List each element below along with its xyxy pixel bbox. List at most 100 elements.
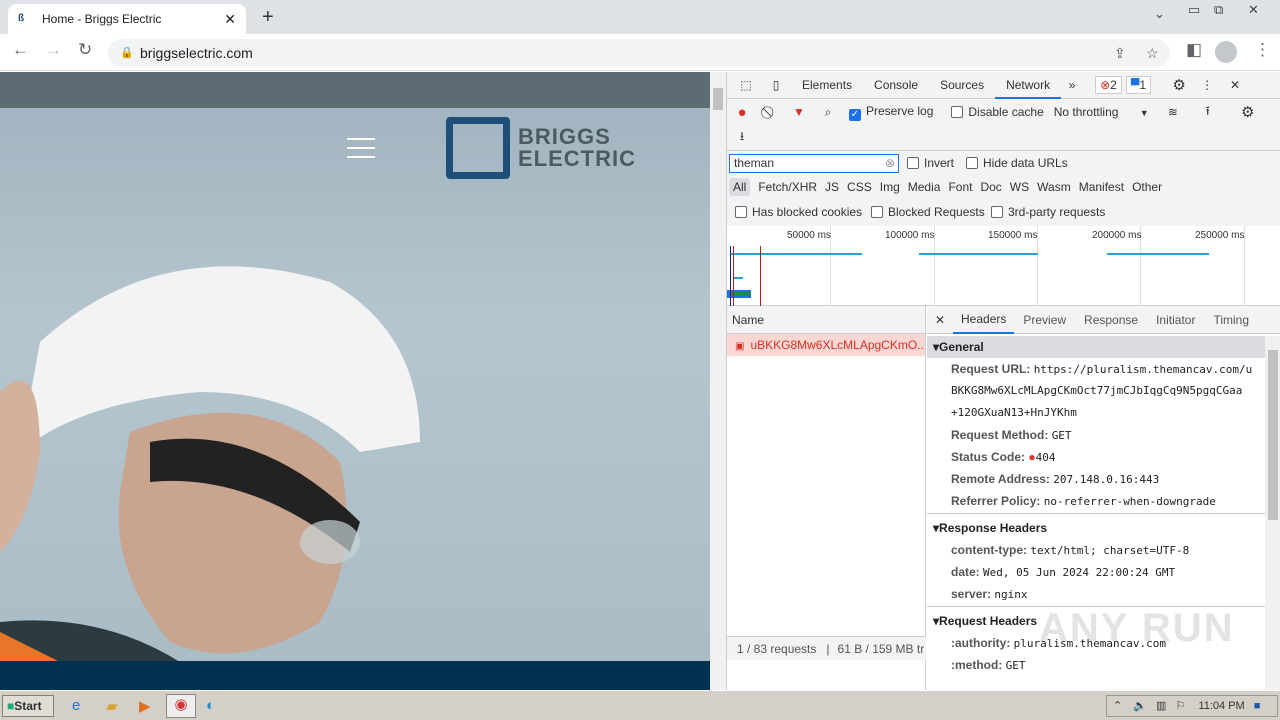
details-scrollbar[interactable] xyxy=(1265,336,1280,690)
disable-cache-checkbox[interactable]: Disable cache xyxy=(951,105,1044,119)
more-tabs-icon[interactable]: » xyxy=(1061,78,1083,92)
clock[interactable]: 11:04 PM xyxy=(1198,700,1244,712)
type-doc[interactable]: Doc xyxy=(980,178,1001,196)
new-tab-button[interactable]: + xyxy=(262,6,274,29)
tab-elements[interactable]: Elements xyxy=(791,72,863,99)
timeline-bar xyxy=(731,253,862,255)
tab-title: Home - Briggs Electric xyxy=(42,12,162,26)
device-toolbar-icon[interactable]: ▯ xyxy=(761,78,791,92)
type-ws[interactable]: WS xyxy=(1010,178,1029,196)
preserve-log-checkbox[interactable]: ✓ Preserve log xyxy=(849,104,933,121)
tab-response[interactable]: Response xyxy=(1075,307,1147,333)
network-overview-timeline[interactable]: 50000 ms 100000 ms 150000 ms 200000 ms 2… xyxy=(727,226,1280,306)
browser-tab[interactable]: ß Home - Briggs Electric ✕ xyxy=(8,4,246,34)
server-value: nginx xyxy=(994,588,1028,601)
volume-icon[interactable]: 🔈 xyxy=(1133,700,1147,712)
back-button[interactable]: ← xyxy=(12,40,29,60)
tab-console[interactable]: Console xyxy=(863,72,929,99)
blocked-requests-checkbox[interactable]: Blocked Requests xyxy=(871,205,985,219)
media-player-icon[interactable]: ▶ xyxy=(139,697,151,715)
forward-button[interactable]: → xyxy=(45,40,62,60)
minimize-button[interactable]: ▭ xyxy=(1188,2,1200,18)
error-icon: ⊗ xyxy=(1100,78,1111,92)
restore-button[interactable]: ⧉ xyxy=(1214,2,1223,18)
page-header-band xyxy=(0,72,710,108)
hide-data-urls-checkbox[interactable]: Hide data URLs xyxy=(966,156,1068,170)
import-har-icon[interactable]: ⭱ xyxy=(1188,102,1228,123)
detail-tabs: ✕ Headers Preview Response Initiator Tim… xyxy=(927,306,1280,334)
request-list: Name ▣ uBKKG8Mw6XLcMLApgCKmO... 1 / 83 re… xyxy=(727,306,926,690)
type-all[interactable]: All xyxy=(729,178,751,196)
clear-icon[interactable]: ⃠ xyxy=(757,105,783,120)
kebab-menu-icon[interactable]: ⋮ xyxy=(1193,78,1221,92)
type-img[interactable]: Img xyxy=(880,178,900,196)
request-row[interactable]: ▣ uBKKG8Mw6XLcMLApgCKmO... xyxy=(727,334,925,356)
tab-sources[interactable]: Sources xyxy=(929,72,995,99)
address-bar[interactable]: 🔒 briggselectric.com ⇪ ☆ xyxy=(108,39,1170,67)
bookmark-star-icon[interactable]: ☆ xyxy=(1146,39,1159,67)
tab-timing[interactable]: Timing xyxy=(1204,307,1258,333)
briggs-electric-logo[interactable]: BRIGGS ELECTRIC xyxy=(446,117,636,179)
tab-initiator[interactable]: Initiator xyxy=(1147,307,1204,333)
error-badge[interactable]: ⊗2 xyxy=(1095,76,1122,94)
close-devtools-icon[interactable]: ✕ xyxy=(1221,78,1249,92)
record-icon[interactable]: ● xyxy=(727,104,757,121)
network-settings-icon[interactable]: ⚙ xyxy=(1228,103,1268,121)
page-scrollbar[interactable] xyxy=(710,72,726,690)
type-wasm[interactable]: Wasm xyxy=(1037,178,1071,196)
show-desktop-icon[interactable]: ■ xyxy=(1254,700,1261,712)
tab-network[interactable]: Network xyxy=(995,72,1062,99)
ie-icon[interactable]: e xyxy=(72,697,80,714)
type-font[interactable]: Font xyxy=(948,178,972,196)
explorer-icon[interactable]: ▰ xyxy=(106,697,118,715)
type-manifest[interactable]: Manifest xyxy=(1079,178,1124,196)
anyrun-watermark: ANY RUN xyxy=(1039,606,1235,650)
tick-label: 100000 ms xyxy=(885,230,935,241)
profile-avatar[interactable] xyxy=(1215,41,1237,63)
name-column-header[interactable]: Name xyxy=(727,306,925,334)
edge-icon[interactable]: ◐ xyxy=(206,697,215,714)
request-url: https://pluralism.themancav.com/u xyxy=(1033,363,1253,376)
clear-filter-icon[interactable]: ⊗ xyxy=(885,155,895,172)
chrome-icon[interactable]: ◉ xyxy=(166,694,196,718)
general-section-toggle[interactable]: ▾General xyxy=(927,336,1265,358)
start-button[interactable]: ■Start xyxy=(2,695,54,717)
network-icon[interactable]: ▥ xyxy=(1156,700,1166,712)
hamburger-menu-button[interactable] xyxy=(347,138,375,165)
blocked-cookies-checkbox[interactable]: Has blocked cookies xyxy=(735,205,862,219)
worker-photo xyxy=(0,266,420,662)
close-window-button[interactable]: ✕ xyxy=(1248,2,1259,18)
tray-expand-icon[interactable]: ⌃ xyxy=(1113,700,1122,712)
reload-button[interactable]: ↻ xyxy=(78,40,92,60)
request-method: GET xyxy=(1051,429,1072,442)
tab-preview[interactable]: Preview xyxy=(1014,307,1075,333)
inspect-element-icon[interactable]: ⬚ xyxy=(731,78,761,92)
tab-search-icon[interactable]: ⌄ xyxy=(1154,6,1165,22)
type-other[interactable]: Other xyxy=(1132,178,1162,196)
type-js[interactable]: JS xyxy=(825,178,839,196)
invert-checkbox[interactable]: Invert xyxy=(907,156,954,170)
type-css[interactable]: CSS xyxy=(847,178,872,196)
network-conditions-icon[interactable]: ≋ xyxy=(1158,105,1188,119)
type-fetch-xhr[interactable]: Fetch/XHR xyxy=(758,178,817,196)
search-icon[interactable]: ⌕ xyxy=(815,105,841,120)
export-har-icon[interactable]: ⭳ xyxy=(727,127,757,148)
webpage: BRIGGS ELECTRIC xyxy=(0,72,710,690)
response-headers-toggle[interactable]: ▾Response Headers xyxy=(927,517,1265,539)
filter-icon[interactable]: ▼ xyxy=(783,105,815,119)
close-tab-icon[interactable]: ✕ xyxy=(224,11,236,28)
throttling-select[interactable]: No throttling ▼ xyxy=(1054,105,1154,119)
menu-icon[interactable]: ⋮ xyxy=(1254,40,1271,60)
close-detail-icon[interactable]: ✕ xyxy=(927,313,953,327)
settings-gear-icon[interactable]: ⚙ xyxy=(1165,76,1193,94)
filter-input[interactable]: theman ⊗ xyxy=(729,154,899,173)
flag-icon[interactable]: ⚐ xyxy=(1176,700,1186,712)
remote-address: 207.148.0.16:443 xyxy=(1053,473,1160,486)
side-panel-icon[interactable]: ◧ xyxy=(1186,40,1202,60)
third-party-checkbox[interactable]: 3rd-party requests xyxy=(991,205,1105,219)
tab-headers[interactable]: Headers xyxy=(953,306,1015,334)
message-badge[interactable]: ▀1 xyxy=(1125,76,1152,94)
tick-label: 50000 ms xyxy=(787,230,831,241)
type-media[interactable]: Media xyxy=(908,178,941,196)
share-icon[interactable]: ⇪ xyxy=(1114,39,1126,67)
